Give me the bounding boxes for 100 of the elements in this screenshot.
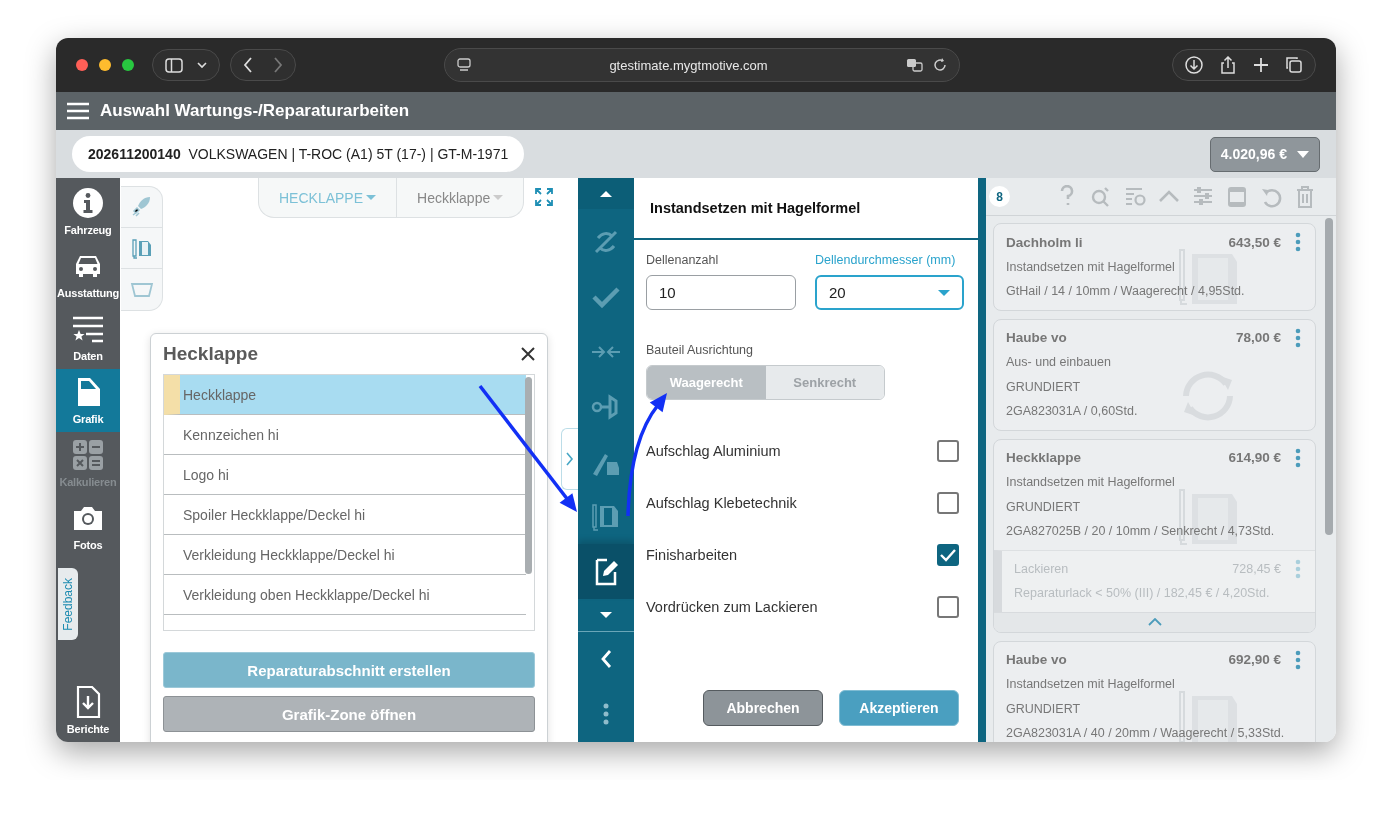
nav-item[interactable]: Berichte: [56, 679, 120, 742]
job-detail: Aus- und einbauen: [1006, 355, 1111, 370]
nav-item[interactable]: Fotos: [56, 495, 120, 558]
field-label: Dellenanzahl: [646, 253, 720, 269]
job-detail: GtHail / 14 / 10mm / Waagerecht / 4,95Std.: [1006, 284, 1245, 299]
vehicle-summary: 202611200140 VOLKSWAGEN | T-ROC (A1) 5T (17-) | GT-M-1971: [72, 136, 525, 172]
caret-icon: [1297, 150, 1309, 158]
job-detail: Instandsetzen mit Hagelformel: [1006, 677, 1175, 692]
chevron-down-icon: [197, 61, 207, 69]
job-detail: 2GA823031A / 0,60Std.: [1006, 404, 1138, 419]
orientation-option[interactable]: Senkrecht: [765, 366, 884, 399]
checkbox[interactable]: [937, 440, 959, 462]
job-part: Haube vo: [1006, 330, 1067, 346]
share-icon: [1219, 56, 1237, 74]
create-section-button[interactable]: Reparaturabschnitt erstellen: [163, 652, 535, 688]
tab-menu-button[interactable]: [197, 61, 207, 69]
open-zone-button[interactable]: Grafik-Zone öffnen: [163, 696, 535, 732]
dent-diameter-dropdown[interactable]: 20: [815, 275, 964, 310]
caret-icon: [938, 289, 950, 296]
tool-rail-button[interactable]: [578, 544, 634, 600]
nav-item[interactable]: Daten: [56, 306, 120, 369]
job-part: Heckklappe: [1006, 450, 1082, 466]
tab-overview-button[interactable]: [1285, 56, 1303, 74]
toolbar-button[interactable]: [1294, 184, 1316, 209]
forward-button[interactable]: [273, 57, 283, 73]
chevron-right-icon: [566, 452, 574, 466]
check-icon: [940, 548, 956, 562]
new-tab-button[interactable]: [1253, 57, 1269, 73]
job-price: 614,90 €: [1228, 450, 1281, 466]
car-door-icon: [129, 236, 154, 260]
field-label: Dellendurchmesser (mm): [815, 253, 957, 269]
feedback-tab[interactable]: Feedback: [58, 568, 78, 640]
nav-item[interactable]: Fahrzeug: [56, 180, 120, 243]
cancel-button[interactable]: Abbrechen: [703, 690, 823, 726]
back-button[interactable]: [243, 57, 253, 73]
chevron-left-icon: [600, 650, 612, 669]
reload-icon: [933, 58, 947, 72]
fullscreen-button[interactable]: [535, 188, 553, 206]
option-label: Vordrücken zum Lackieren: [646, 599, 818, 615]
scroll-up-button[interactable]: [578, 178, 634, 210]
popup-title: Hecklappe: [163, 343, 259, 365]
nav-item[interactable]: Grafik: [56, 369, 120, 432]
plus-icon: [1253, 57, 1269, 73]
more-vertical-icon: [1295, 649, 1301, 670]
job-detail: 2GA823031A / 40 / 20mm / Waagerecht / 5,33Std.: [1006, 726, 1285, 741]
more-vertical-icon: [1295, 558, 1301, 579]
toggle-subjobs-button[interactable]: [994, 611, 1315, 632]
close-window-button[interactable]: [76, 59, 88, 71]
caret-icon: [493, 195, 504, 200]
job-card[interactable]: Dachholm li 643,50 € Instandsetzen mit Hagelformel GtHail / 14 / 10mm / Waagerecht / 4,95Std.: [993, 223, 1316, 311]
share-button[interactable]: [1219, 56, 1237, 74]
sidebar-toggle-button[interactable]: [165, 57, 183, 73]
caret-icon: [366, 195, 377, 200]
scrollbar-thumb[interactable]: [1325, 218, 1333, 535]
address-bar[interactable]: gtestimate.mygtmotive.com: [444, 48, 960, 82]
page-menu-icon: [457, 58, 471, 72]
caret-up-icon: [600, 190, 612, 197]
job-detail: Instandsetzen mit Hagelformel: [1006, 475, 1175, 490]
job-part: Haube vo: [1006, 652, 1067, 668]
close-button[interactable]: [521, 347, 535, 361]
job-part: Dachholm li: [1006, 234, 1083, 250]
expand-panel-tab[interactable]: [561, 428, 578, 490]
checkbox[interactable]: [937, 596, 959, 618]
nav-item[interactable]: Ausstattung: [56, 243, 120, 306]
close-icon: [521, 347, 535, 361]
checkbox[interactable]: [937, 544, 959, 566]
accept-button[interactable]: Akzeptieren: [839, 690, 959, 726]
field-label: Bauteil Ausrichtung: [646, 343, 754, 359]
sidebar-icon: [165, 57, 183, 73]
tabs-icon: [1285, 56, 1303, 74]
job-detail: GRUNDIERT: [1006, 379, 1081, 394]
minimize-window-button[interactable]: [99, 59, 111, 71]
zoom-window-button[interactable]: [122, 59, 134, 71]
chevron-up-icon: [1147, 618, 1162, 626]
job-price: 692,90 €: [1228, 652, 1281, 668]
part-list-item[interactable]: Heckklappe: [164, 375, 526, 415]
menu-button[interactable]: [67, 102, 89, 120]
panel-icon: [1226, 184, 1248, 209]
scrollbar-thumb[interactable]: [525, 377, 532, 574]
info-icon: [72, 187, 104, 219]
option-label: Aufschlag Klebetechnik: [646, 495, 797, 511]
job-detail: Instandsetzen mit Hagelformel: [1006, 259, 1175, 274]
chevron-left-icon: [243, 57, 253, 73]
caret-down-icon: [600, 612, 612, 619]
more-vertical-icon: [603, 703, 609, 726]
checkbox[interactable]: [937, 492, 959, 514]
total-dropdown[interactable]: 4.020,96 €: [1209, 136, 1320, 172]
job-detail: GRUNDIERT: [1006, 701, 1081, 716]
download-button[interactable]: [1185, 56, 1203, 74]
part-dropdown[interactable]: Heckklappe: [396, 178, 524, 217]
more-vertical-icon: [1295, 447, 1301, 468]
job-price: 643,50 €: [1228, 234, 1281, 250]
trash-icon: [1294, 184, 1316, 209]
more-vertical-icon: [1295, 327, 1301, 348]
download-icon: [1185, 56, 1203, 74]
job-card[interactable]: Haube vo 692,90 € Instandsetzen mit Hagelformel GRUNDIERT 2GA823031A / 40 / 20mm / Waagerecht / 5,33Std.: [993, 640, 1316, 742]
toolbar-button[interactable]: [1226, 184, 1248, 209]
menu-icon: [67, 102, 89, 120]
dent-count-field[interactable]: 10: [646, 275, 796, 310]
job-card[interactable]: Haube vo 78,00 € Aus- und einbauen GRUNDIERT 2GA823031A / 0,60Std.: [993, 318, 1316, 431]
